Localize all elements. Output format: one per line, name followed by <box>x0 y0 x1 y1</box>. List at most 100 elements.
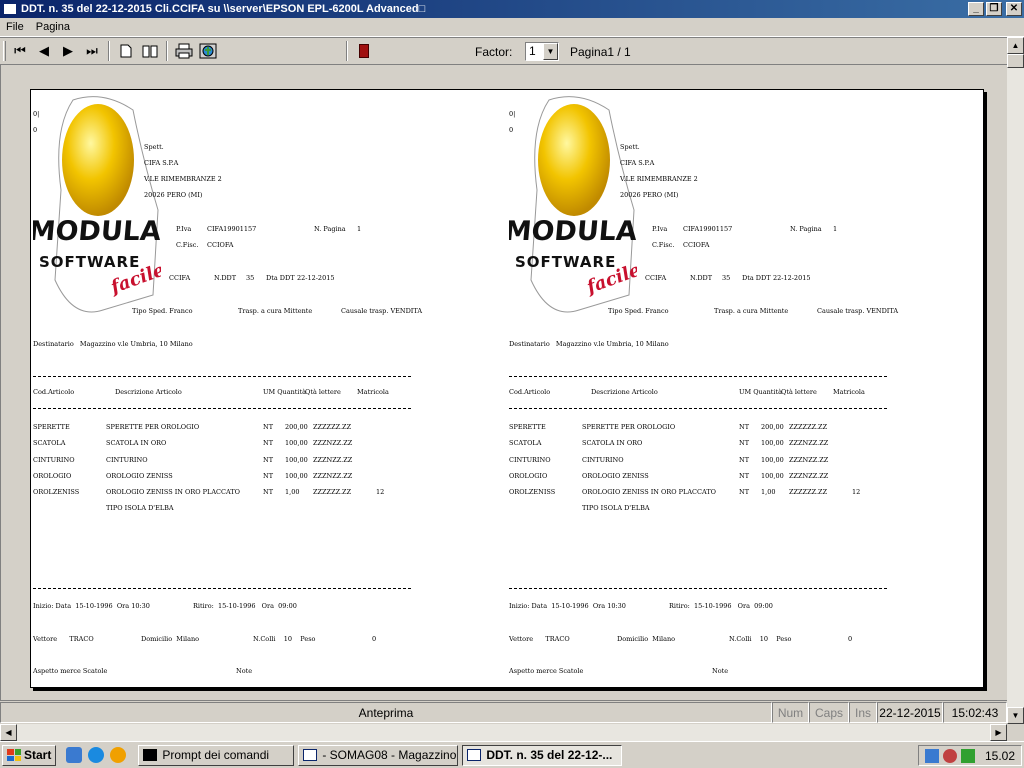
taskbar: Start Prompt dei comandi - SOMAG08 - Mag… <box>0 741 1024 768</box>
modular-software-logo: MODULAR SOFTWARE facile <box>33 96 161 313</box>
horizontal-scrollbar[interactable]: ◀ ▶ <box>0 724 1007 741</box>
print-preview-area[interactable]: MODULAR SOFTWARE facile 0| 0 Spett. CIFA… <box>0 64 1007 701</box>
window-icon <box>303 749 318 761</box>
outlook-icon[interactable] <box>66 747 83 763</box>
logo-text-software: SOFTWARE <box>515 253 616 271</box>
tipo-spedizione: Tipo Sped. Franco <box>608 307 669 315</box>
chevron-down-icon[interactable]: ▼ <box>543 43 558 60</box>
vertical-scrollbar[interactable]: ▲ ▼ <box>1007 37 1024 724</box>
menu-bar: File Pagina <box>0 18 1024 37</box>
row-cod: SCATOLA <box>509 439 542 448</box>
row-qty: 1,00 <box>761 488 776 497</box>
extra-line: TIPO ISOLA D'ELBA <box>106 504 174 512</box>
start-button[interactable]: Start <box>2 744 57 766</box>
maximize-button[interactable]: ❐ <box>986 2 1002 16</box>
causale-trasporto: Causale trasp. VENDITA <box>817 307 899 315</box>
numero-colli: N.Colli 10 Peso <box>253 635 316 643</box>
piva-value: CIFA19901157 <box>683 225 733 233</box>
internet-explorer-icon[interactable] <box>88 747 105 763</box>
windows-logo-icon <box>7 749 21 761</box>
recipient-line: Spett. <box>144 143 164 151</box>
col-header-desc: Descrizione Articolo <box>591 388 658 396</box>
task-label: - SOMAG08 - Magazzino ... <box>322 748 459 762</box>
npagina-value: 1 <box>833 225 838 233</box>
exit-button[interactable] <box>352 40 376 62</box>
safely-remove-icon[interactable] <box>960 748 975 763</box>
vertical-scroll-thumb[interactable] <box>1007 54 1024 68</box>
row-um: NT <box>263 439 274 448</box>
row-um: NT <box>263 455 274 464</box>
client-code: CCIFA <box>169 274 191 282</box>
page-indicator: Pagina1 / 1 <box>570 45 631 59</box>
tray-clock[interactable]: 15.02 <box>985 749 1015 763</box>
logo-text-modular: MODULAR <box>33 216 161 247</box>
task-ddt[interactable]: DDT. n. 35 del 22-12-... <box>462 744 623 766</box>
recipient-line: 20026 PERO (MI) <box>620 191 679 199</box>
ritiro: Ritiro: 15-10-1996 Ora 09:00 <box>193 602 297 610</box>
row-qty: 100,00 <box>285 471 308 480</box>
network-icon[interactable] <box>924 748 939 763</box>
row-letters: ZZZNZZ.ZZ <box>789 455 829 464</box>
row-letters: ZZZZZZ.ZZ <box>313 423 352 431</box>
toolbar-grip[interactable] <box>3 41 6 61</box>
scroll-corner <box>1007 724 1024 741</box>
scroll-right-icon[interactable]: ▶ <box>990 724 1007 741</box>
cfisc-label: C.Fisc. <box>176 241 199 249</box>
row-cod: SCATOLA <box>33 439 66 448</box>
first-page-button[interactable]: ⏮ <box>8 40 32 62</box>
menu-file[interactable]: File <box>0 21 30 33</box>
menu-pagina[interactable]: Pagina <box>30 21 76 33</box>
previous-page-button[interactable]: ◀ <box>32 40 56 62</box>
last-page-button[interactable]: ⏭ <box>80 40 104 62</box>
client-code: CCIFA <box>645 274 667 282</box>
note-label: Note <box>236 667 253 675</box>
close-button[interactable]: ✕ <box>1006 2 1022 16</box>
printer-icon <box>175 43 193 59</box>
scroll-left-icon[interactable]: ◀ <box>0 724 17 741</box>
system-tray: 15.02 <box>917 745 1022 766</box>
recipient-line: V.LE RIMEMBRANZE 2 <box>620 175 698 183</box>
factor-select[interactable]: 1 ▼ <box>525 42 559 61</box>
export-button[interactable] <box>196 40 220 62</box>
recipient-line: V.LE RIMEMBRANZE 2 <box>144 175 222 183</box>
inizio-trasporto: Inizio: Data 15-10-1996 Ora 10:30 <box>33 602 150 610</box>
single-page-button[interactable] <box>114 40 138 62</box>
row-desc: SPERETTE PER OROLOGIO <box>106 423 200 431</box>
task-command-prompt[interactable]: Prompt dei comandi <box>138 744 295 766</box>
security-icon[interactable] <box>942 748 957 763</box>
scroll-up-icon[interactable]: ▲ <box>1007 37 1024 54</box>
recipient-line: Spett. <box>620 143 640 151</box>
dashed-divider <box>509 588 887 589</box>
scroll-down-icon[interactable]: ▼ <box>1007 707 1024 724</box>
print-button[interactable] <box>172 40 196 62</box>
dashed-divider <box>33 376 411 377</box>
two-pages-button[interactable] <box>138 40 162 62</box>
npagina-label: N. Pagina <box>790 225 822 233</box>
row-cod: OROLOGIO <box>33 471 72 480</box>
minimize-button[interactable]: _ <box>968 2 984 16</box>
row-letters: ZZZNZZ.ZZ <box>313 471 353 480</box>
title-bar[interactable]: DDT. n. 35 del 22-12-2015 Cli.CCIFA su \… <box>0 0 1024 18</box>
col-header-qty-letters: Qtà lettere <box>781 388 817 396</box>
document-copy-right: MODULAR SOFTWARE facile 0| 0 Spett. CIFA… <box>507 90 983 687</box>
row-letters: ZZZZZZ.ZZ <box>789 423 828 431</box>
next-page-button[interactable]: ▶ <box>56 40 80 62</box>
causale-trasporto: Causale trasp. VENDITA <box>341 307 423 315</box>
task-somag08[interactable]: - SOMAG08 - Magazzino ... <box>298 744 459 766</box>
row-qty: 100,00 <box>285 455 308 464</box>
nddt-label: N.DDT <box>690 274 713 282</box>
aspetto-merce: Aspetto merce Scatole <box>509 667 584 675</box>
domicilio: Domicilio Milano <box>617 635 676 643</box>
row-um: NT <box>263 471 274 480</box>
logo-text-modular: MODULAR <box>509 216 637 247</box>
trasporto: Trasp. a cura Mittente <box>238 307 313 315</box>
col-header-matricola: Matricola <box>357 388 389 396</box>
ritiro: Ritiro: 15-10-1996 Ora 09:00 <box>669 602 773 610</box>
window-title: DDT. n. 35 del 22-12-2015 Cli.CCIFA su \… <box>21 3 426 15</box>
dta-label: Dta DDT <box>266 274 295 282</box>
nddt-label: N.DDT <box>214 274 237 282</box>
status-time: 15:02:43 <box>943 702 1007 723</box>
media-player-icon[interactable] <box>110 747 127 763</box>
first-page-icon: ⏮ <box>14 43 26 58</box>
recipient-line: CIFA S.P.A <box>620 159 655 167</box>
